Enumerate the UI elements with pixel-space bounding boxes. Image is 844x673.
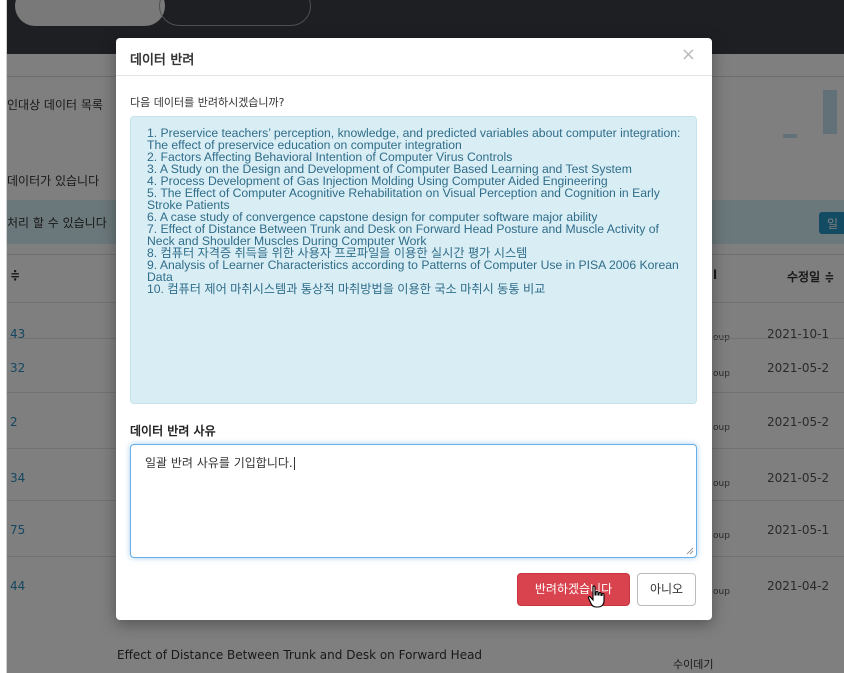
- modal-question: 다음 데이터를 반려하시겠습니까?: [130, 96, 285, 109]
- list-item: 10. 컴퓨터 제어 마취시스템과 통상적 마취방법을 이용한 국소 마취시 동…: [147, 282, 546, 296]
- reason-textarea[interactable]: 일괄 반려 사유를 기입합니다.: [130, 444, 697, 558]
- reason-text: 일괄 반려 사유를 기입합니다.: [145, 456, 293, 470]
- list-item: 7. Effect of Distance Between Trunk and …: [147, 222, 659, 248]
- list-item: 9. Analysis of Learner Characteristics a…: [147, 258, 679, 284]
- modal-header: 데이터 반려 ×: [116, 38, 712, 76]
- cancel-button[interactable]: 아니오: [637, 573, 696, 606]
- modal-title: 데이터 반려: [130, 53, 195, 68]
- reject-data-modal: 데이터 반려 × 다음 데이터를 반려하시겠습니까? 1. Preservice…: [116, 38, 712, 620]
- resize-handle-icon[interactable]: [686, 547, 694, 555]
- page: 인대상 데이터 목록 데이터가 있습니다 처리 할 수 있습니다 일 ≑ l 수…: [0, 0, 844, 673]
- close-icon[interactable]: ×: [681, 45, 696, 65]
- data-list-box: 1. Preservice teachers’ perception, know…: [130, 116, 697, 404]
- hand-pointer-cursor-icon: [587, 585, 605, 608]
- confirm-reject-button[interactable]: 반려하겠습니다: [517, 573, 630, 606]
- reason-label: 데이터 반려 사유: [130, 424, 216, 438]
- text-caret: [293, 457, 295, 470]
- list-item: 5. The Effect of Computer Acognitive Reh…: [147, 186, 660, 212]
- list-item: 1. Preservice teachers’ perception, know…: [147, 126, 681, 152]
